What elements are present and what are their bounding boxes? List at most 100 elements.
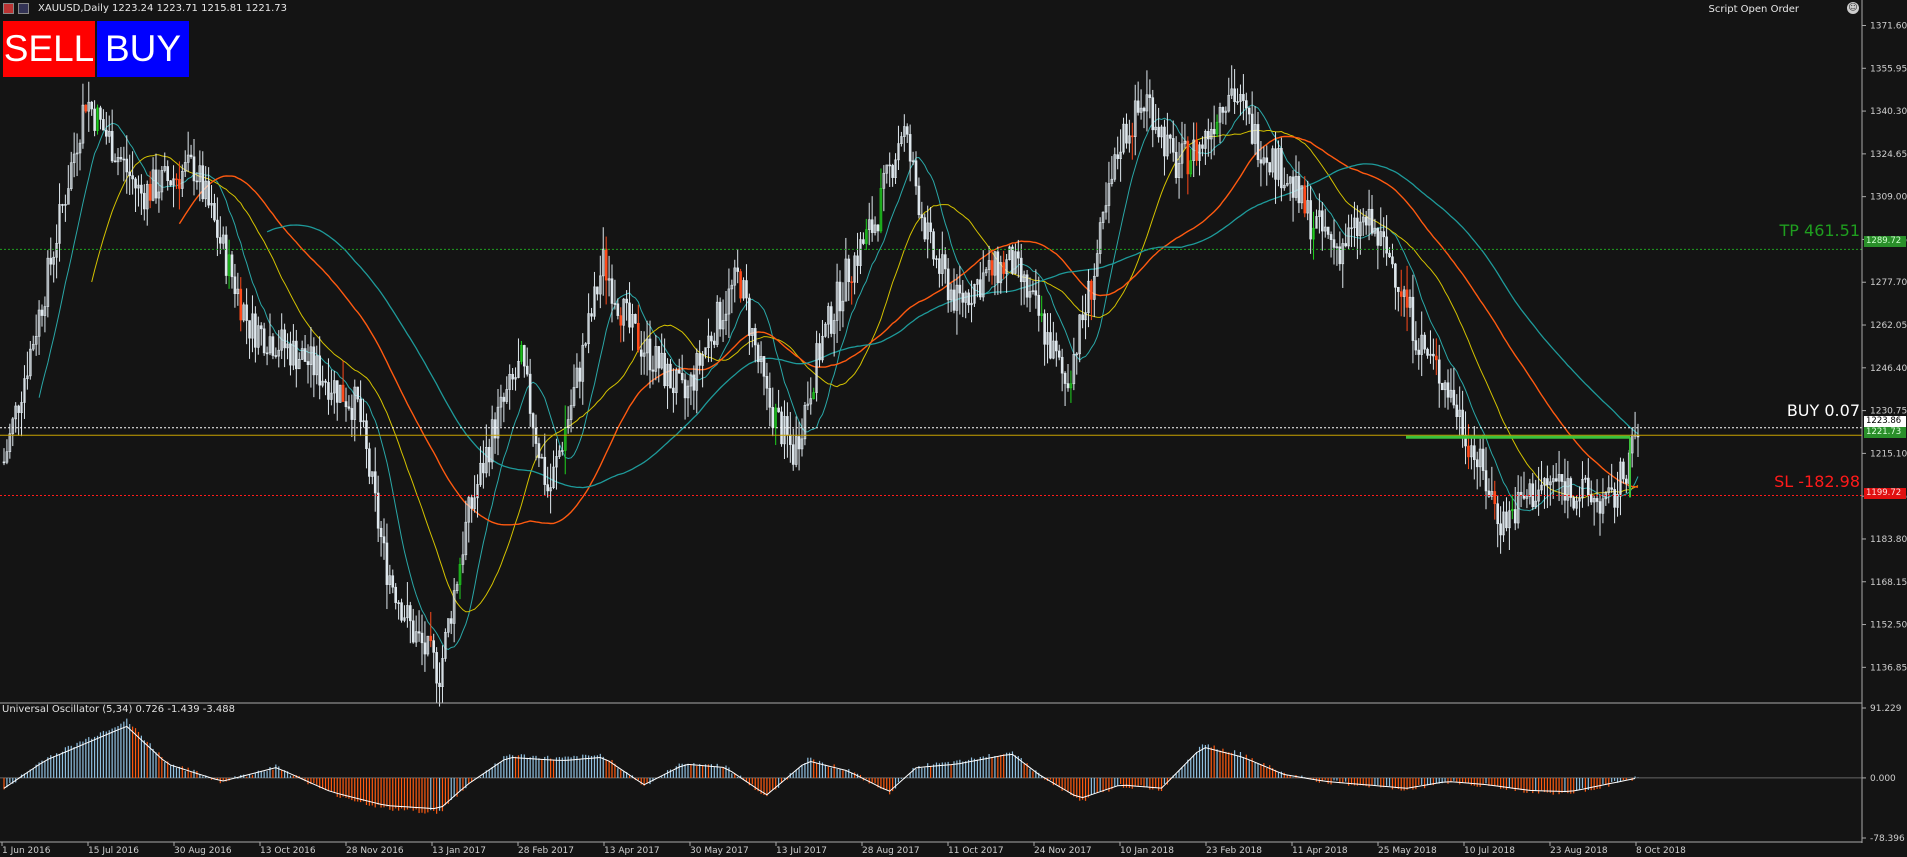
candle-body	[625, 298, 628, 304]
candle-body	[224, 234, 228, 276]
candle-body	[409, 605, 412, 622]
candle-body	[373, 471, 377, 494]
candle-body	[1207, 131, 1210, 140]
candle-body	[438, 682, 441, 687]
candle-body	[131, 175, 134, 180]
x-tick-label: 23 Aug 2018	[1550, 846, 1608, 856]
candle-body	[610, 278, 614, 304]
candle-body	[765, 376, 769, 389]
candle-body	[283, 329, 286, 349]
candle-body	[1131, 135, 1134, 138]
x-tick-label: 28 Nov 2016	[346, 846, 404, 856]
candle-body	[344, 401, 348, 408]
candle-body	[534, 427, 538, 444]
candle-body	[1399, 291, 1403, 297]
candle-body	[797, 436, 801, 450]
candle-body	[248, 320, 251, 339]
candle-body	[1043, 313, 1046, 345]
candle-body	[435, 652, 438, 684]
candle-body	[990, 260, 994, 276]
candle-body	[946, 268, 950, 301]
buy-order-label[interactable]: BUY 0.07	[1787, 401, 1860, 420]
candle-body	[254, 313, 257, 348]
candle-body	[1610, 487, 1613, 490]
candle-body	[862, 239, 865, 244]
sl-label[interactable]: SL -182.98	[1774, 472, 1860, 491]
x-tick-label: 13 Jan 2017	[432, 846, 486, 856]
candle-body	[359, 398, 362, 423]
candle-body	[1452, 389, 1456, 406]
y-tick-label: 1183.80	[1870, 535, 1907, 545]
candle-body	[230, 254, 234, 278]
candle-body	[84, 104, 88, 112]
price-chart[interactable]: 1371.601355.951340.301324.651309.001293.…	[0, 0, 1907, 857]
candle-body	[1242, 94, 1245, 101]
candle-body	[876, 224, 880, 232]
candle-body	[391, 575, 395, 588]
candle-body	[1157, 126, 1160, 138]
script-label: Script Open Order	[1708, 4, 1800, 15]
candle-body	[920, 214, 924, 218]
candle-body	[1019, 257, 1023, 283]
candle-body	[929, 222, 932, 232]
candle-body	[789, 434, 792, 445]
candle-body	[2, 461, 6, 464]
y-tick-label: 1340.30	[1870, 107, 1907, 117]
candle-body	[850, 281, 853, 283]
candle-body	[125, 158, 129, 173]
candle-body	[786, 416, 789, 436]
x-tick-label: 13 Oct 2016	[260, 846, 316, 856]
candle-body	[1589, 494, 1593, 503]
candle-body	[303, 348, 307, 362]
buy-price-tag: 1221.73	[1864, 427, 1906, 438]
candle-body	[528, 373, 532, 414]
x-tick-label: 25 May 2018	[1378, 846, 1437, 856]
candle-body	[1493, 491, 1497, 505]
candle-body	[113, 160, 117, 163]
candle-body	[189, 154, 193, 158]
candle-body	[1394, 263, 1397, 288]
x-tick-label: 28 Feb 2017	[518, 846, 574, 856]
candle-body	[908, 134, 912, 162]
x-tick-label: 30 Aug 2016	[174, 846, 232, 856]
candle-body	[870, 219, 874, 233]
candle-body	[672, 387, 675, 394]
candle-body	[914, 160, 918, 187]
candle-body	[537, 443, 541, 459]
candle-body	[748, 297, 751, 336]
candle-body	[356, 386, 359, 400]
candle-body	[216, 219, 219, 238]
candle-body	[470, 497, 473, 509]
tp-label[interactable]: TP 461.51	[1780, 221, 1861, 240]
candle-body	[1057, 350, 1061, 358]
candle-body	[134, 178, 137, 189]
candle-body	[119, 156, 123, 160]
tp-price-tag: 1289.72	[1864, 236, 1906, 247]
candle-body	[1385, 236, 1388, 254]
candle-body	[698, 353, 701, 366]
candle-body	[382, 536, 386, 544]
candle-body	[265, 352, 269, 355]
candle-body	[616, 303, 620, 316]
candle-body	[1636, 435, 1640, 438]
buy-button[interactable]: BUY	[97, 21, 189, 77]
candle-body	[1256, 124, 1260, 161]
candle-body	[663, 352, 666, 387]
candle-body	[596, 286, 599, 295]
candle-body	[525, 365, 529, 375]
candle-body	[1563, 481, 1567, 501]
candle-body	[1587, 477, 1590, 496]
candle-body	[771, 407, 775, 428]
chart-header: XAUUSD,Daily 1223.24 1223.71 1215.81 122…	[0, 0, 1860, 18]
candle-body	[639, 349, 643, 357]
sl-price-tag: 1199.72	[1864, 488, 1906, 499]
candle-body	[1274, 148, 1277, 180]
sell-button[interactable]: SELL	[3, 21, 95, 77]
candle-body	[1169, 134, 1172, 139]
candle-body	[1481, 448, 1485, 471]
candle-body	[1017, 251, 1020, 259]
candle-body	[1397, 287, 1400, 292]
candle-body	[1522, 495, 1526, 499]
candle-body	[967, 292, 970, 306]
candle-body	[1405, 289, 1409, 308]
